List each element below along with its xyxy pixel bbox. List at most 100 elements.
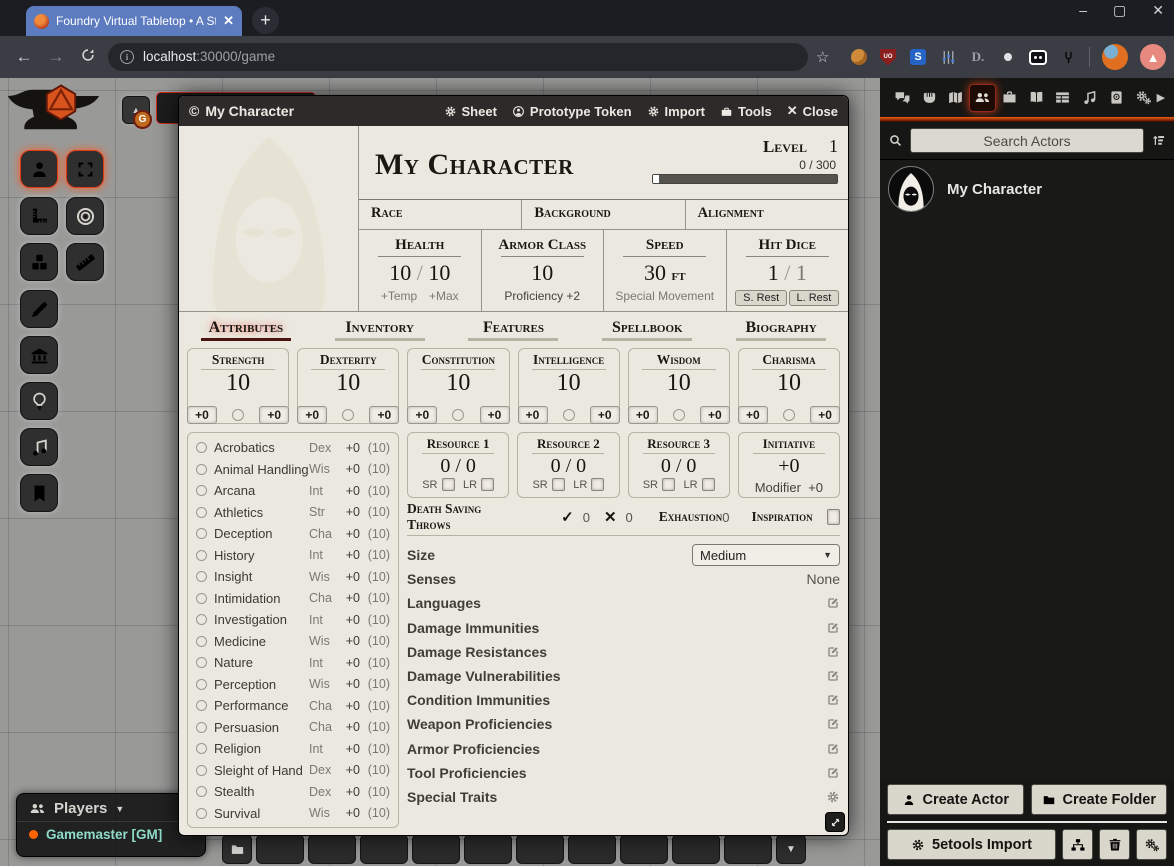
skill-prof-radio[interactable] [196,593,207,604]
skill-persuasion[interactable]: PersuasionCha+0(10) [196,717,390,739]
skill-prof-radio[interactable] [196,765,207,776]
tab-actors[interactable] [969,84,996,112]
ability-mod[interactable]: +0 [518,406,548,424]
ability-dexterity[interactable]: Dexterity10+0+0 [297,348,399,424]
ability-wisdom[interactable]: Wisdom10+0+0 [628,348,730,424]
s-extension-icon[interactable]: S [910,49,926,65]
browser-profile-avatar[interactable] [1102,44,1128,70]
delete-button[interactable] [1099,829,1130,860]
sidebar-collapse-button[interactable]: ▶ [1157,91,1165,104]
size-select[interactable]: Medium▼ [692,544,840,566]
skill-prof-radio[interactable] [196,722,207,733]
tab-settings[interactable] [1130,84,1157,112]
macro-slot[interactable] [516,834,564,864]
lighting-tool-button[interactable] [20,382,58,420]
import-button[interactable]: Import [647,104,705,119]
ability-save[interactable]: +0 [259,406,289,424]
sheet-config-button[interactable]: Sheet [444,104,497,119]
tab-biography[interactable]: Biography [714,319,848,346]
tab-journal[interactable] [1023,84,1050,112]
long-rest-button[interactable]: L. Rest [789,290,840,306]
xp-value[interactable]: 0 / 300 [648,158,836,172]
browser-tab[interactable]: Foundry Virtual Tabletop • A Stan ✕ [26,6,242,36]
skill-prof-radio[interactable] [196,743,207,754]
save-proficiency-radio[interactable] [673,409,685,421]
skill-performance[interactable]: PerformanceCha+0(10) [196,695,390,717]
macro-slot[interactable] [620,834,668,864]
tab-combat[interactable] [916,84,943,112]
folder-tree-button[interactable] [1062,829,1093,860]
macro-slot[interactable] [412,834,460,864]
oo-extension-icon[interactable] [1029,50,1047,65]
death-fail-count[interactable]: 0 [626,510,633,525]
tab-compendium[interactable] [1103,84,1130,112]
bookmark-star-icon[interactable]: ☆ [816,48,829,66]
tab-spellbook[interactable]: Spellbook [580,319,714,346]
window-minimize-button[interactable]: – [1079,2,1087,19]
back-button[interactable]: ← [8,47,40,67]
skill-prof-radio[interactable] [196,808,207,819]
skill-prof-radio[interactable] [196,528,207,539]
create-actor-button[interactable]: Create Actor [887,784,1024,815]
drawings-tool-button[interactable] [20,290,58,328]
skill-sleight-of-hand[interactable]: Sleight of HandDex+0(10) [196,760,390,782]
fork-extension-icon[interactable] [1059,48,1077,66]
skill-athletics[interactable]: AthleticsStr+0(10) [196,502,390,524]
macro-slot[interactable] [672,834,720,864]
tab-chat[interactable] [889,84,916,112]
site-info-icon[interactable]: i [120,50,134,64]
actor-name[interactable]: My Character [947,181,1042,198]
macro-slot[interactable] [256,834,304,864]
ability-save[interactable]: +0 [700,406,730,424]
resource-1[interactable]: Resource 10 / 0SRLR [407,432,509,498]
skill-intimidation[interactable]: IntimidationCha+0(10) [196,588,390,610]
window-maximize-button[interactable]: ▢ [1113,2,1126,19]
ability-strength[interactable]: Strength10+0+0 [187,348,289,424]
tab-items[interactable] [996,84,1023,112]
skill-nature[interactable]: NatureInt+0(10) [196,652,390,674]
browser-update-button[interactable]: ▲ [1140,44,1166,70]
tab-close-icon[interactable]: ✕ [223,13,234,29]
lr-checkbox[interactable] [702,478,715,491]
death-success-icon[interactable]: ✓ [561,508,574,526]
character-name[interactable]: My Character [375,148,574,199]
edit-condition-immunities-button[interactable] [826,693,840,707]
forward-button[interactable]: → [40,47,72,67]
configure-special-traits-button[interactable] [826,790,840,804]
edit-armor-proficiencies-button[interactable] [826,742,840,756]
skill-acrobatics[interactable]: AcrobaticsDex+0(10) [196,437,390,459]
sr-checkbox[interactable] [662,478,675,491]
skill-deception[interactable]: DeceptionCha+0(10) [196,523,390,545]
initiative-box[interactable]: Initiative+0Modifier +0 [738,432,840,498]
hp-tempmax-field[interactable]: +Max [429,289,459,303]
skill-prof-radio[interactable] [196,786,207,797]
skill-prof-radio[interactable] [196,550,207,561]
character-portrait[interactable] [179,126,359,311]
ability-constitution[interactable]: Constitution10+0+0 [407,348,509,424]
hp-max[interactable]: 10 [428,260,450,285]
sliders-extension-icon[interactable] [939,48,957,66]
tab-features[interactable]: Features [447,319,581,346]
macro-slot[interactable] [464,834,512,864]
senses-value[interactable]: None [807,571,840,587]
skill-investigation[interactable]: InvestigationInt+0(10) [196,609,390,631]
resource-2[interactable]: Resource 20 / 0SRLR [517,432,619,498]
create-folder-button[interactable]: Create Folder [1031,784,1168,815]
skill-animal-handling[interactable]: Animal HandlingWis+0(10) [196,459,390,481]
ability-save[interactable]: +0 [480,406,510,424]
tools-button[interactable]: Tools [720,104,772,119]
skill-survival[interactable]: SurvivalWis+0(10) [196,803,390,825]
save-proficiency-radio[interactable] [342,409,354,421]
edit-tool-proficiencies-button[interactable] [826,766,840,780]
edit-damage-vulnerabilities-button[interactable] [826,669,840,683]
ability-mod[interactable]: +0 [297,406,327,424]
url-bar[interactable]: i localhost:30000/game [108,43,808,71]
edit-languages-button[interactable] [826,596,840,610]
window-resize-handle[interactable] [825,812,845,832]
hp-temp-field[interactable]: +Temp [381,289,417,303]
speed-value[interactable]: 30 [644,260,666,285]
save-proficiency-radio[interactable] [452,409,464,421]
ability-save[interactable]: +0 [810,406,840,424]
ability-save[interactable]: +0 [590,406,620,424]
skill-insight[interactable]: InsightWis+0(10) [196,566,390,588]
